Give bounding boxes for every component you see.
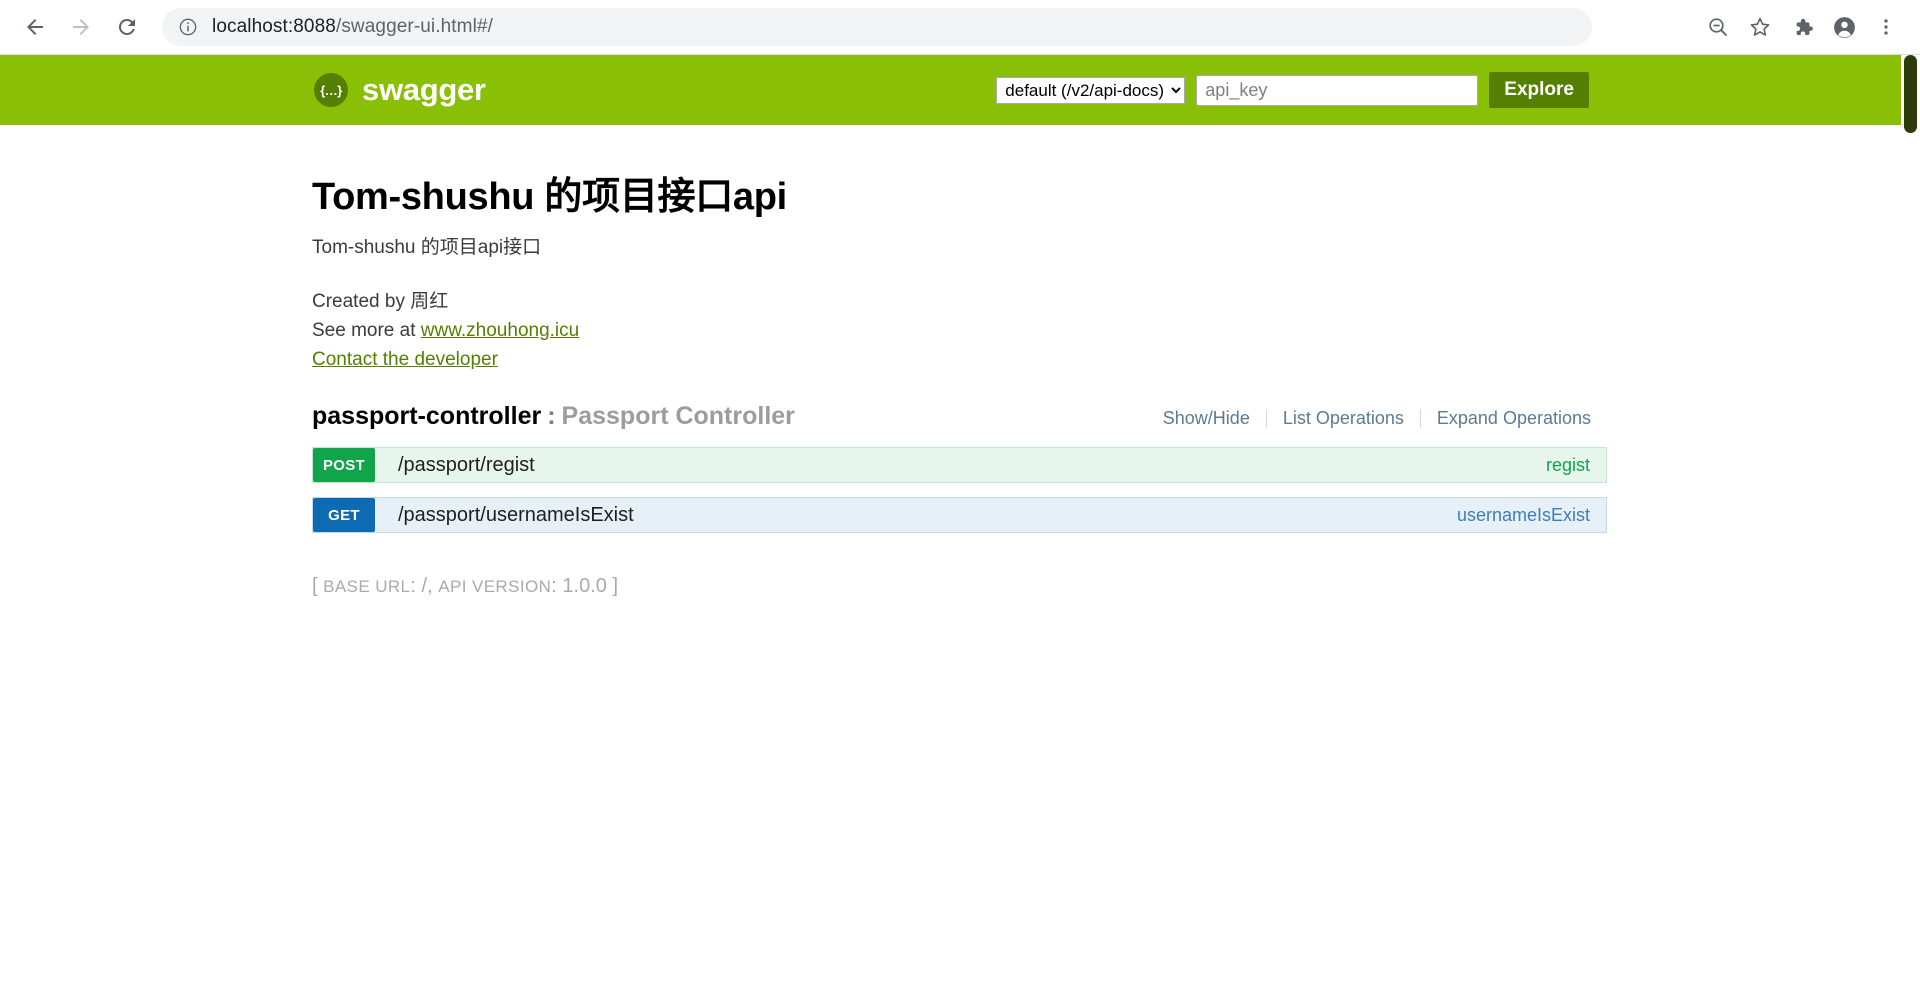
navigation-buttons bbox=[14, 6, 148, 48]
swagger-explore-form: default (/v2/api-docs) Explore bbox=[996, 72, 1589, 108]
resource-description: Passport Controller bbox=[561, 402, 795, 430]
browser-chrome: localhost:8088/swagger-ui.html#/ bbox=[0, 0, 1920, 55]
zoom-out-icon[interactable] bbox=[1698, 7, 1738, 47]
resource-name-link[interactable]: passport-controller bbox=[312, 402, 541, 431]
resource-header: passport-controller : Passport Controlle… bbox=[312, 402, 1607, 431]
see-more-link[interactable]: www.zhouhong.icu bbox=[421, 320, 579, 341]
api-version-colon: : bbox=[551, 575, 557, 597]
swagger-logo[interactable]: {…} swagger bbox=[314, 72, 486, 108]
footer-close-bracket: ] bbox=[612, 575, 619, 597]
endpoint-summary[interactable]: usernameIsExist bbox=[1457, 505, 1590, 526]
browser-toolbar-icons bbox=[1698, 7, 1906, 47]
browser-menu-icon[interactable] bbox=[1866, 7, 1906, 47]
endpoint-list: POST /passport/regist regist GET /passpo… bbox=[312, 447, 1920, 533]
reload-button[interactable] bbox=[106, 6, 148, 48]
api-version-value: 1.0.0 bbox=[562, 575, 607, 597]
endpoint-row[interactable]: POST /passport/regist regist bbox=[312, 447, 1607, 483]
back-arrow-icon bbox=[27, 19, 43, 35]
url-path: /swagger-ui.html#/ bbox=[335, 16, 493, 37]
resource-separator: : bbox=[547, 402, 556, 430]
base-url-label: BASE URL bbox=[323, 577, 411, 596]
forward-arrow-icon bbox=[73, 19, 89, 35]
list-operations-link[interactable]: List Operations bbox=[1267, 408, 1420, 429]
swagger-header-bar: {…} swagger default (/v2/api-docs) Explo… bbox=[0, 55, 1920, 125]
forward-button[interactable] bbox=[60, 6, 102, 48]
expand-operations-link[interactable]: Expand Operations bbox=[1421, 408, 1607, 429]
swagger-content: Tom-shushu 的项目接口api Tom-shushu 的项目api接口 … bbox=[0, 125, 1920, 598]
contact-line: Contact the developer bbox=[312, 345, 1920, 374]
swagger-braces-icon: {…} bbox=[314, 73, 348, 107]
bookmark-star-icon[interactable] bbox=[1740, 7, 1780, 47]
address-bar-url: localhost:8088/swagger-ui.html#/ bbox=[212, 16, 493, 38]
address-bar[interactable]: localhost:8088/swagger-ui.html#/ bbox=[162, 8, 1592, 46]
created-by-prefix: Created by bbox=[312, 291, 411, 312]
profile-avatar-icon[interactable] bbox=[1824, 7, 1864, 47]
http-method-badge[interactable]: GET bbox=[313, 498, 375, 532]
reload-icon bbox=[118, 18, 135, 35]
created-by-line: Created by 周红 bbox=[312, 287, 1920, 316]
url-host: localhost:8088 bbox=[212, 16, 336, 37]
http-method-badge[interactable]: POST bbox=[313, 448, 375, 482]
api-version-label: API VERSION bbox=[438, 577, 552, 596]
page-scrollbar[interactable] bbox=[1901, 55, 1920, 984]
api-footer-info: [ BASE URL: /, API VERSION: 1.0.0 ] bbox=[312, 575, 1920, 598]
show-hide-link[interactable]: Show/Hide bbox=[1147, 408, 1266, 429]
endpoint-row[interactable]: GET /passport/usernameIsExist usernameIs… bbox=[312, 497, 1607, 533]
see-more-prefix: See more at bbox=[312, 320, 421, 341]
swagger-logo-text: swagger bbox=[362, 72, 486, 107]
explore-button[interactable]: Explore bbox=[1489, 72, 1589, 108]
contact-developer-link[interactable]: Contact the developer bbox=[312, 349, 498, 370]
api-spec-select[interactable]: default (/v2/api-docs) bbox=[996, 76, 1186, 104]
scrollbar-thumb[interactable] bbox=[1904, 55, 1917, 133]
api-description: Tom-shushu 的项目api接口 bbox=[312, 237, 542, 258]
endpoint-path[interactable]: /passport/usernameIsExist bbox=[398, 504, 634, 527]
footer-open-bracket: [ bbox=[312, 575, 318, 597]
created-by-name: 周红 bbox=[410, 291, 449, 312]
base-url-colon: : bbox=[410, 575, 416, 597]
back-button[interactable] bbox=[14, 6, 56, 48]
see-more-line: See more at www.zhouhong.icu bbox=[312, 316, 1920, 345]
api-key-input[interactable] bbox=[1196, 74, 1479, 106]
endpoint-summary[interactable]: regist bbox=[1546, 455, 1590, 476]
footer-comma: , bbox=[427, 575, 433, 597]
site-info-icon[interactable] bbox=[178, 17, 198, 37]
resource-operation-links: Show/Hide List Operations Expand Operati… bbox=[1147, 408, 1607, 429]
extensions-puzzle-icon[interactable] bbox=[1782, 7, 1822, 47]
endpoint-path[interactable]: /passport/regist bbox=[398, 454, 535, 477]
api-title: Tom-shushu 的项目接口api bbox=[312, 176, 787, 218]
